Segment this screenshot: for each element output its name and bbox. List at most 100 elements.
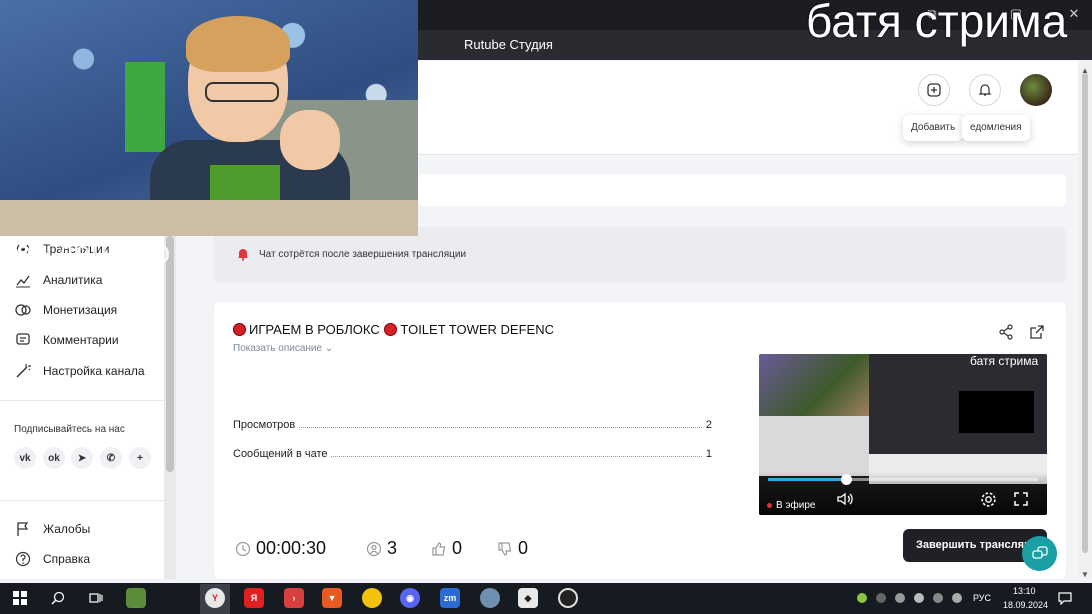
- window-close-icon[interactable]: ✕: [1066, 6, 1082, 22]
- stream-preview-player[interactable]: батя стрима В эфире: [759, 354, 1047, 515]
- red-circle-icon: [384, 323, 398, 336]
- browser-tab-title[interactable]: Rutube Студия: [464, 37, 553, 52]
- viewers-value: 3: [387, 538, 398, 558]
- stream-title: ИГРАЕМ В РОБЛОКС TOILET TOWER DEFENC: [233, 322, 554, 337]
- obs-icon[interactable]: [558, 588, 578, 608]
- battery-icon[interactable]: [952, 593, 962, 603]
- volume-tray-icon[interactable]: [914, 593, 924, 603]
- dotted-leader: [331, 449, 702, 457]
- flag-icon: [17, 522, 29, 536]
- player-progress-bar[interactable]: [768, 478, 1038, 481]
- notifications-button[interactable]: [969, 74, 1001, 106]
- tray-app-icon[interactable]: [857, 593, 867, 603]
- show-description-link[interactable]: Показать описание ⌄: [233, 343, 333, 354]
- sidebar-item-analytics[interactable]: Аналитика: [15, 270, 102, 290]
- notifications-center-icon[interactable]: [1058, 591, 1072, 605]
- add-button[interactable]: [918, 74, 950, 106]
- network-icon[interactable]: [933, 593, 943, 603]
- user-avatar[interactable]: [1020, 74, 1052, 106]
- stream-title-suffix: TOILET TOWER DEFENC: [400, 322, 554, 337]
- sidebar-item-monetization[interactable]: Монетизация: [15, 300, 117, 320]
- stream-overlay-title: батя стрима: [806, 0, 1068, 47]
- chrome-icon[interactable]: [362, 588, 382, 608]
- thumbs-up-icon: [432, 541, 446, 556]
- sidebar-item-channel-settings[interactable]: Настройка канала: [15, 361, 145, 381]
- telegram-icon[interactable]: ➤: [71, 447, 93, 469]
- chat-messages-label: Сообщений в чате: [233, 448, 328, 460]
- settings-gear-icon[interactable]: [980, 491, 997, 508]
- monetization-icon: [15, 304, 31, 316]
- sidebar-item-label: Монетизация: [43, 303, 118, 317]
- vk-icon[interactable]: vk: [14, 447, 36, 469]
- viewers-metric: 3: [366, 538, 397, 559]
- page-scrollbar-thumb[interactable]: [1082, 73, 1088, 553]
- clock-date[interactable]: 18.09.2024: [1003, 600, 1048, 610]
- dislikes-value: 0: [518, 538, 529, 558]
- more-social-icon[interactable]: +: [129, 447, 151, 469]
- plus-square-icon: [927, 83, 941, 97]
- tooltip-notifications: едомления: [962, 115, 1030, 141]
- webcam-glasses: [205, 82, 279, 102]
- chat-messages-stat: Сообщений в чате 1: [233, 448, 712, 460]
- thumbs-down-icon: [498, 541, 512, 556]
- sidebar-scrollbar[interactable]: [164, 236, 176, 579]
- follow-us-label: Подписывайтесь на нас: [14, 424, 125, 435]
- sidebar-item-label: Справка: [43, 552, 91, 566]
- viber-icon[interactable]: ✆: [100, 447, 122, 469]
- odnoklassniki-icon[interactable]: ok: [43, 447, 65, 469]
- windows-start-icon[interactable]: [10, 588, 30, 608]
- external-link-icon[interactable]: [1029, 324, 1045, 340]
- tooltip-add: Добавить: [903, 115, 964, 141]
- sidebar-item-help[interactable]: Справка: [15, 549, 90, 569]
- yandex-browser-icon[interactable]: Y: [205, 588, 225, 608]
- scroll-down-arrow-icon[interactable]: ▼: [1081, 570, 1089, 579]
- windows-taskbar: [0, 583, 1092, 614]
- sidebar-item-label: Жалобы: [43, 522, 91, 536]
- stream-title-text: ИГРАЕМ В РОБЛОКС: [249, 322, 380, 337]
- help-icon: [15, 551, 31, 567]
- magic-wand-icon: [16, 364, 31, 378]
- alarm-bell-icon: [238, 249, 248, 261]
- brave-browser-icon[interactable]: ▼: [322, 588, 342, 608]
- likes-metric: 0: [431, 538, 462, 559]
- yandex-icon[interactable]: Я: [244, 588, 264, 608]
- page-scrollbar[interactable]: [1078, 61, 1092, 579]
- share-icon[interactable]: [998, 324, 1014, 340]
- sidebar-item-label: Комментарии: [43, 333, 119, 347]
- webcam-hair: [186, 16, 290, 72]
- zoom-icon[interactable]: zm: [440, 588, 460, 608]
- clock-time[interactable]: 13:10: [1013, 586, 1036, 596]
- tray-app-icon[interactable]: [876, 593, 886, 603]
- show-description-label: Показать описание: [233, 343, 323, 354]
- minecraft-icon[interactable]: [126, 588, 146, 608]
- webcam-hand: [280, 110, 340, 170]
- app-icon-globe[interactable]: [480, 588, 500, 608]
- preview-lower-area: [759, 416, 869, 476]
- scroll-up-arrow-icon[interactable]: ▲: [1081, 66, 1089, 75]
- stream-overlay-top-donor: топ донатер: [2, 236, 171, 269]
- task-view-icon[interactable]: [86, 588, 106, 608]
- microphone-icon[interactable]: [895, 593, 905, 603]
- dislikes-metric: 0: [497, 538, 528, 559]
- discord-icon[interactable]: ◉: [400, 588, 420, 608]
- sidebar-item-label: Аналитика: [43, 273, 103, 287]
- roblox-icon[interactable]: ◆: [518, 588, 538, 608]
- preview-overlay-title: батя стрима: [970, 354, 1039, 368]
- chevron-down-icon: ⌄: [324, 343, 334, 354]
- dotted-leader: [299, 420, 702, 428]
- support-chat-button[interactable]: [1022, 536, 1057, 571]
- fullscreen-icon[interactable]: [1013, 491, 1029, 507]
- sidebar-scrollbar-thumb[interactable]: [166, 236, 174, 472]
- clock-icon: [235, 541, 251, 556]
- player-progress-fill: [768, 478, 847, 481]
- duration-value: 00:00:30: [256, 538, 327, 558]
- top-card: [418, 174, 1066, 206]
- likes-value: 0: [452, 538, 463, 558]
- volume-icon[interactable]: [836, 491, 854, 507]
- sidebar-item-comments[interactable]: Комментарии: [15, 330, 119, 350]
- language-indicator[interactable]: РУС: [973, 593, 991, 603]
- sidebar-item-complaints[interactable]: Жалобы: [15, 519, 90, 539]
- search-icon[interactable]: [48, 588, 68, 608]
- app-icon-red[interactable]: ›: [284, 588, 304, 608]
- chat-messages-value: 1: [705, 448, 712, 460]
